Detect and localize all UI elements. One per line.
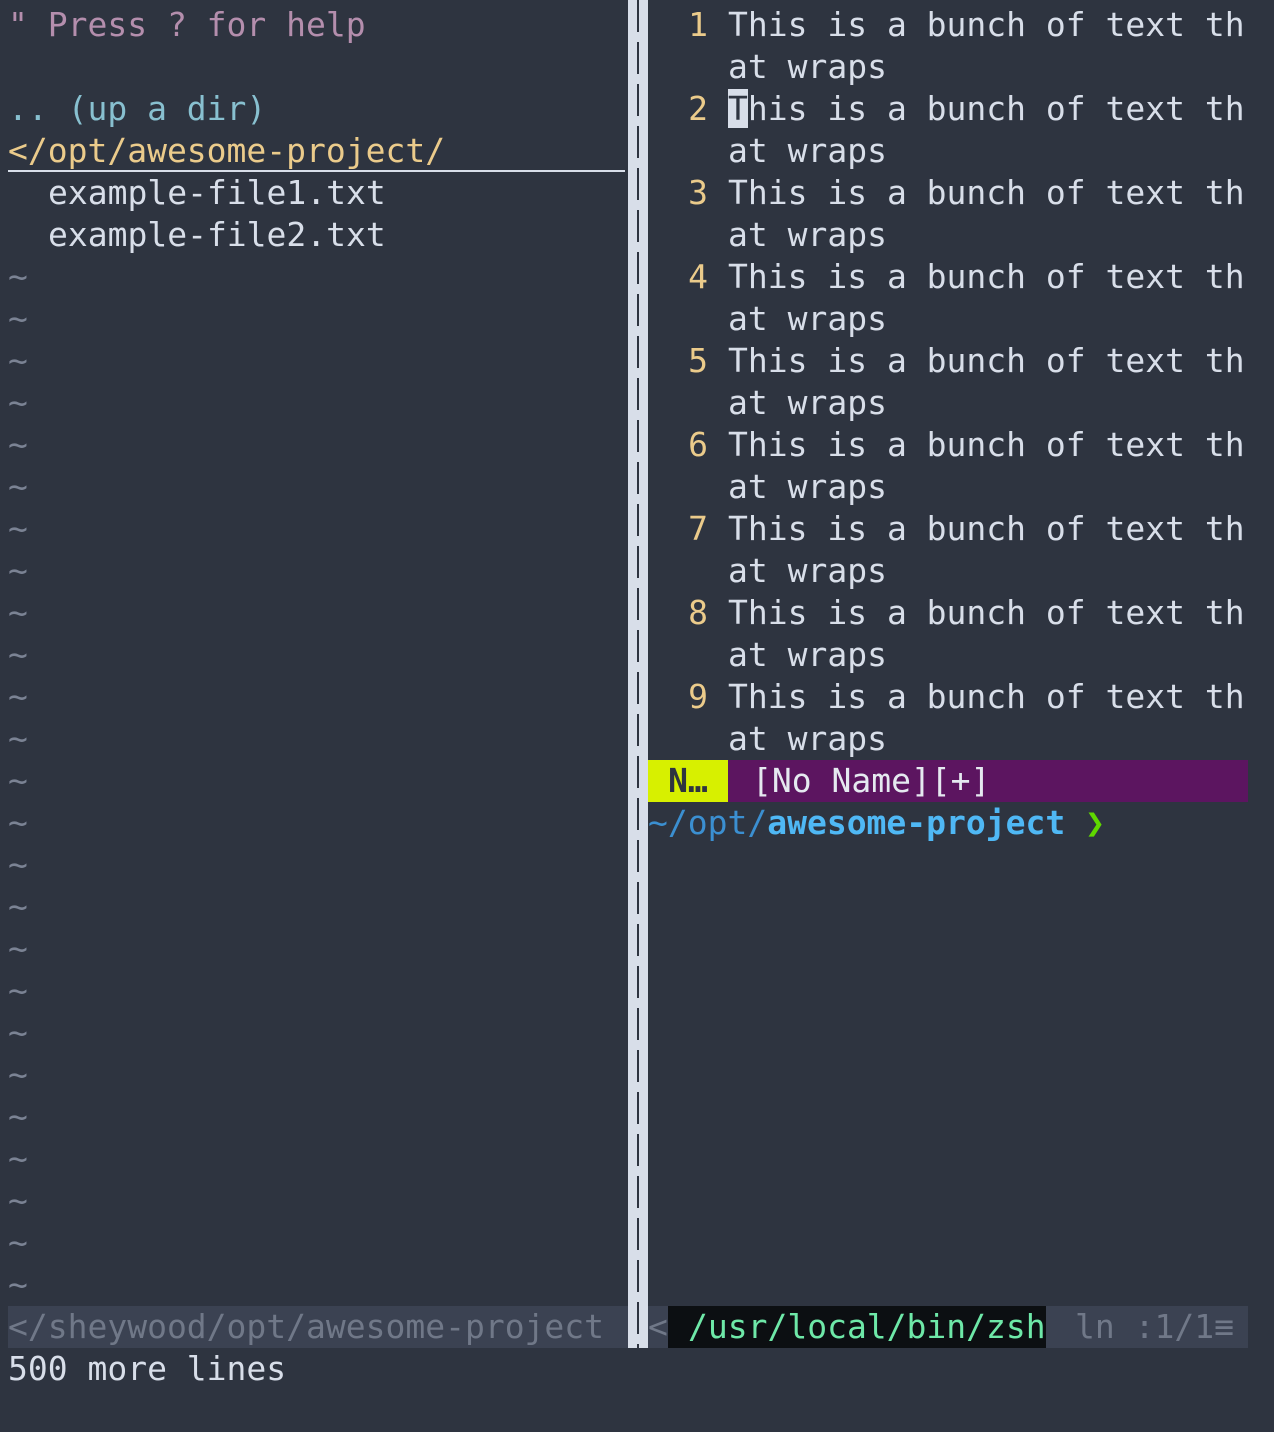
empty-line-marker: ~ — [8, 1055, 28, 1094]
editor-line[interactable]: 3 This is a bunch of text th — [648, 172, 1248, 214]
buffer-name: [No Name][+] — [728, 760, 1248, 802]
editor-line-wrap[interactable]: at wraps — [648, 382, 1274, 424]
file-entry[interactable]: example-file2.txt — [8, 214, 665, 256]
shell-path: /usr/local/bin/zsh — [668, 1306, 1046, 1348]
editor-line[interactable]: 7 This is a bunch of text th — [648, 508, 1248, 550]
line-number: 3 — [688, 173, 708, 212]
tree-statusline: </sheywood/opt/awesome-project — [8, 1306, 628, 1348]
empty-line-marker: ~ — [8, 593, 28, 632]
empty-line-marker: ~ — [8, 467, 28, 506]
line-text: This is a bunch of text th — [728, 88, 1245, 130]
empty-line-marker: ~ — [8, 1097, 28, 1136]
empty-line-marker: ~ — [8, 635, 28, 674]
line-text: This is a bunch of text th — [728, 341, 1245, 380]
line-number: 4 — [688, 257, 708, 296]
line-number: 9 — [688, 677, 708, 716]
shell-prompt[interactable]: ~/opt/awesome-project ❯ — [648, 802, 1105, 844]
editor-line[interactable]: 8 This is a bunch of text th — [648, 592, 1248, 634]
editor-line[interactable]: 2 This is a bunch of text th — [648, 88, 1248, 130]
up-dir-entry[interactable]: .. (up a dir) — [8, 88, 625, 130]
empty-line-marker: ~ — [8, 425, 28, 464]
editor-line[interactable]: 1 This is a bunch of text th — [648, 4, 1248, 46]
editor-line[interactable]: 5 This is a bunch of text th — [648, 340, 1248, 382]
empty-line-marker: ~ — [8, 719, 28, 758]
editor-line-wrap[interactable]: at wraps — [648, 634, 1274, 676]
prompt-tilde: ~ — [648, 803, 668, 842]
empty-line-marker: ~ — [8, 1223, 28, 1262]
separator-icon: < — [648, 1307, 668, 1346]
line-number: 8 — [688, 593, 708, 632]
empty-line-marker: ~ — [8, 1013, 28, 1052]
editor-line[interactable]: 6 This is a bunch of text th — [648, 424, 1248, 466]
empty-line-marker: ~ — [8, 677, 28, 716]
empty-line-marker: ~ — [8, 845, 28, 884]
empty-line-marker: ~ — [8, 257, 28, 296]
line-number: 6 — [688, 425, 708, 464]
empty-line-marker: ~ — [8, 803, 28, 842]
empty-line-marker: ~ — [8, 971, 28, 1010]
line-text: This is a bunch of text th — [728, 509, 1245, 548]
empty-line-marker: ~ — [8, 1265, 28, 1304]
cursor: T — [728, 89, 748, 128]
editor-line-wrap[interactable]: at wraps — [648, 466, 1274, 508]
editor-line-wrap[interactable]: at wraps — [648, 46, 1274, 88]
empty-line-marker: ~ — [8, 509, 28, 548]
cursor-position: ln :1/1≡ — [1075, 1307, 1234, 1346]
editor-line[interactable]: 4 This is a bunch of text th — [648, 256, 1248, 298]
line-text-rest: his is a bunch of text th — [747, 89, 1245, 128]
line-text: This is a bunch of text th — [728, 5, 1245, 44]
line-number: 2 — [688, 89, 708, 128]
empty-line-marker: ~ — [8, 1139, 28, 1178]
editor-line-wrap[interactable]: at wraps — [648, 718, 1274, 760]
window-divider[interactable] — [628, 0, 648, 1348]
current-directory[interactable]: </opt/awesome-project/ — [8, 130, 625, 172]
editor-line-wrap[interactable]: at wraps — [648, 130, 1274, 172]
line-number: 1 — [688, 5, 708, 44]
line-text: This is a bunch of text th — [728, 173, 1245, 212]
editor-line-wrap[interactable]: at wraps — [648, 298, 1274, 340]
terminal-statusline: </usr/local/bin/zsh ln :1/1≡ — [648, 1306, 1248, 1348]
prompt-parent: /opt/ — [667, 803, 768, 842]
editor-line[interactable]: 9 This is a bunch of text th — [648, 676, 1248, 718]
empty-line-marker: ~ — [8, 887, 28, 926]
file-entry[interactable]: example-file1.txt — [8, 172, 665, 214]
command-message: 500 more lines — [8, 1349, 287, 1388]
empty-line-marker: ~ — [8, 299, 28, 338]
line-text: This is a bunch of text th — [728, 257, 1245, 296]
line-text: This is a bunch of text th — [728, 677, 1245, 716]
mode-indicator: N… — [648, 760, 728, 802]
empty-line-marker: ~ — [8, 383, 28, 422]
editor-line-wrap[interactable]: at wraps — [648, 550, 1274, 592]
line-text: This is a bunch of text th — [728, 593, 1245, 632]
empty-line-marker: ~ — [8, 341, 28, 380]
line-text: This is a bunch of text th — [728, 425, 1245, 464]
empty-line-marker: ~ — [8, 761, 28, 800]
line-number: 7 — [688, 509, 708, 548]
prompt-dir: awesome-project — [767, 803, 1066, 842]
empty-line-marker: ~ — [8, 1181, 28, 1220]
prompt-arrow-icon: ❯ — [1065, 803, 1105, 842]
help-hint: " Press ? for help — [8, 5, 366, 44]
editor-line-wrap[interactable]: at wraps — [648, 214, 1274, 256]
empty-line-marker: ~ — [8, 929, 28, 968]
empty-line-marker: ~ — [8, 551, 28, 590]
line-number: 5 — [688, 341, 708, 380]
